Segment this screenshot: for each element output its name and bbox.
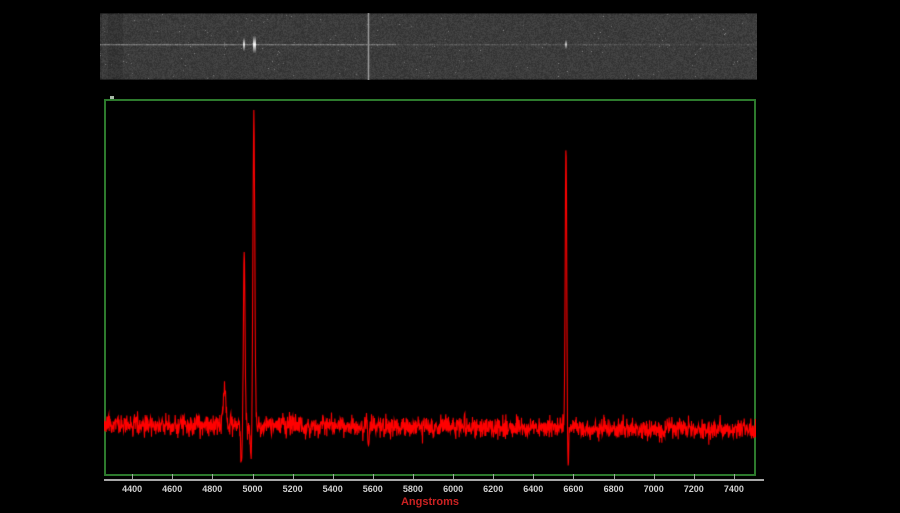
x-axis-tick-label: 7400: [724, 484, 744, 494]
x-axis-tick-label: 6400: [523, 484, 543, 494]
cursor-marker: [110, 96, 114, 99]
x-axis-tick-label: 6000: [443, 484, 463, 494]
spectrum-1d-trace[interactable]: [104, 99, 756, 483]
x-axis-title: Angstroms: [401, 496, 459, 508]
x-axis-tick-label: 4600: [162, 484, 182, 494]
x-axis-tick-label: 6600: [563, 484, 583, 494]
x-axis-tick-label: 5400: [323, 484, 343, 494]
x-axis-tick-label: 4400: [122, 484, 142, 494]
x-axis-tick-label: 7000: [644, 484, 664, 494]
x-axis-tick-label: 6800: [604, 484, 624, 494]
x-axis-tick-label: 6200: [483, 484, 503, 494]
x-axis-tick-label: 7200: [684, 484, 704, 494]
x-axis-tick-label: 4800: [202, 484, 222, 494]
spectroscopy-display: 4400 4600 4800 5000 5200 5400 5600 5800 6000 6200…: [0, 0, 900, 513]
spectrum-2d-strip[interactable]: [100, 13, 757, 80]
x-axis-tick-label: 5000: [242, 484, 262, 494]
x-axis-tick-label: 5600: [363, 484, 383, 494]
x-axis-tick-label: 5200: [283, 484, 303, 494]
x-axis-tick-label: 5800: [403, 484, 423, 494]
